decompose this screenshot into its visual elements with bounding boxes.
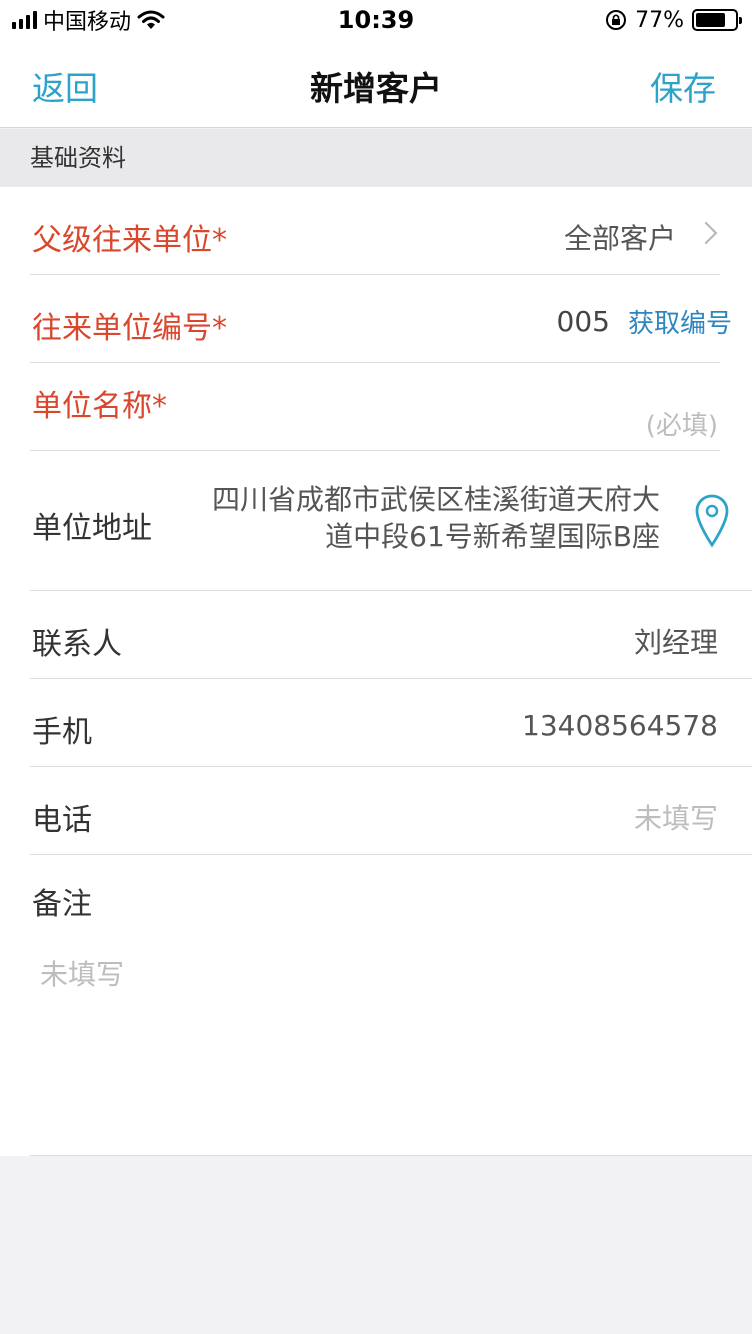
contact-label: 联系人: [32, 627, 122, 662]
status-bar-right: 77%: [605, 7, 742, 33]
address-row[interactable]: 单位地址 四川省成都市武侯区桂溪街道天府大道中段61号新希望国际B座: [0, 451, 752, 591]
chevron-right-icon: [694, 221, 718, 245]
status-bar-left: 中国移动: [12, 4, 165, 36]
mobile-value[interactable]: 13408564578: [522, 709, 718, 742]
location-pin-icon[interactable]: [694, 493, 730, 549]
unit-name-row[interactable]: 单位名称* (必填): [0, 363, 752, 451]
contact-row[interactable]: 联系人 刘经理: [0, 591, 752, 679]
parent-unit-row[interactable]: 父级往来单位* 全部客户: [0, 187, 752, 275]
phone-input[interactable]: 未填写: [634, 797, 718, 837]
navigation-bar: 返回 新增客户 保存: [0, 40, 752, 128]
parent-unit-value: 全部客户: [563, 222, 676, 255]
battery-icon: [692, 9, 742, 31]
contact-value[interactable]: 刘经理: [634, 621, 718, 661]
remark-input[interactable]: 未填写: [40, 953, 124, 993]
address-value: 四川省成都市武侯区桂溪街道天府大道中段61号新希望国际B座: [211, 483, 660, 553]
battery-fill: [696, 13, 726, 27]
unit-name-input[interactable]: (必填): [646, 405, 718, 442]
signal-icon: [12, 11, 37, 29]
save-button[interactable]: 保存: [650, 62, 716, 110]
fetch-code-button[interactable]: 获取编号: [628, 303, 732, 340]
phone-label: 电话: [32, 803, 92, 838]
unit-name-label: 单位名称*: [32, 389, 167, 424]
remark-label: 备注: [32, 887, 92, 922]
empty-area: [0, 1156, 752, 1334]
mobile-label: 手机: [32, 715, 92, 750]
unit-code-row: 往来单位编号* 005 获取编号: [0, 275, 752, 363]
carrier-name: 中国移动: [43, 10, 132, 35]
status-bar: 中国移动 10:39 77%: [0, 0, 752, 40]
rotation-lock-icon: [606, 10, 627, 30]
battery-percent: 77%: [635, 7, 684, 33]
wifi-icon: [137, 10, 165, 29]
phone-row[interactable]: 电话 未填写: [0, 767, 752, 855]
mobile-row[interactable]: 手机 13408564578: [0, 679, 752, 767]
section-header-basic-info: 基础资料: [0, 129, 752, 187]
page-title: 新增客户: [310, 69, 442, 108]
remark-row: 备注 未填写: [0, 855, 752, 1155]
customer-form: 父级往来单位* 全部客户 往来单位编号* 005 获取编号 单位名称* (必填)…: [0, 187, 752, 1156]
unit-code-label: 往来单位编号*: [32, 311, 227, 346]
address-label: 单位地址: [32, 511, 152, 546]
parent-unit-label: 父级往来单位*: [32, 223, 227, 258]
unit-code-value: 005: [556, 305, 610, 338]
